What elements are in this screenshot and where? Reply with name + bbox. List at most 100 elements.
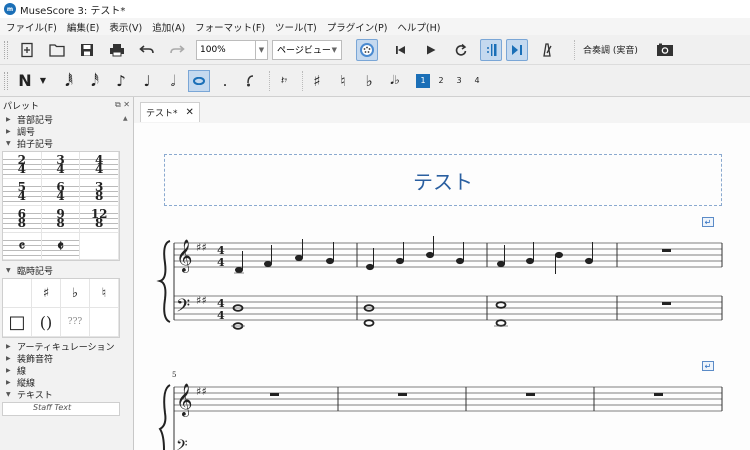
chevron-right-icon: ▶ bbox=[6, 342, 11, 350]
note-input-mode-button[interactable]: N bbox=[16, 70, 34, 92]
time-signature-bass: 4 bbox=[217, 309, 225, 322]
menu-tools[interactable]: ツール(T) bbox=[275, 20, 317, 34]
metronome-icon[interactable] bbox=[536, 39, 558, 61]
chevron-down-icon: ▼ bbox=[6, 390, 11, 398]
midi-input-icon[interactable] bbox=[356, 38, 378, 61]
chevron-down-icon: ▼ bbox=[331, 45, 337, 54]
natural-icon[interactable]: ♮ bbox=[332, 70, 354, 92]
toolbar-grip[interactable] bbox=[4, 71, 8, 90]
whole-rest[interactable] bbox=[662, 249, 671, 252]
new-score-icon[interactable] bbox=[16, 39, 38, 61]
chevron-right-icon: ▶ bbox=[6, 127, 11, 135]
accidental-cell[interactable]: ♮ bbox=[90, 279, 119, 308]
whole-note-icon[interactable] bbox=[188, 69, 210, 92]
palette-section-time-signatures[interactable]: ▼ 拍子記号 bbox=[0, 137, 133, 150]
accidental-cell[interactable]: ♯ bbox=[32, 279, 61, 308]
score-view: テスト* ✕ テスト ↵ ↵ 𝄞 𝄢 ♯♯ ♯♯ 4 4 4 4 5 𝄞 ♯♯ … bbox=[134, 97, 750, 450]
key-signature-bass: ♯♯ bbox=[196, 294, 207, 307]
voice-3-button[interactable]: 3 bbox=[452, 74, 466, 88]
thirty-second-note-icon[interactable]: 𝅘𝅥𝅰 bbox=[84, 70, 106, 92]
image-capture-icon[interactable] bbox=[654, 39, 676, 61]
accidental-cell[interactable]: () bbox=[32, 308, 61, 337]
play-icon[interactable] bbox=[420, 39, 442, 61]
palette-section-accidentals[interactable]: ▼ 臨時記号 bbox=[0, 264, 133, 277]
voice-4-button[interactable]: 4 bbox=[470, 74, 484, 88]
menu-help[interactable]: ヘルプ(H) bbox=[397, 20, 440, 34]
repeat-icon[interactable] bbox=[480, 38, 502, 61]
scroll-up-icon[interactable]: ▲ bbox=[123, 115, 131, 123]
palette-section-text[interactable]: ▼ テキスト bbox=[0, 388, 133, 401]
redo-icon[interactable] bbox=[166, 39, 188, 61]
print-icon[interactable] bbox=[106, 39, 128, 61]
menu-add[interactable]: 追加(A) bbox=[152, 20, 185, 34]
menu-plugins[interactable]: プラグイン(P) bbox=[327, 20, 388, 34]
time-signature-cell[interactable]: 𝄴 bbox=[3, 233, 42, 260]
time-signature-cell[interactable]: 𝄵 bbox=[41, 233, 81, 260]
save-icon[interactable] bbox=[76, 39, 98, 61]
chevron-right-icon: ▶ bbox=[6, 378, 11, 386]
augmentation-dot-icon[interactable]: . bbox=[214, 70, 236, 92]
time-signature-cell[interactable]: 38 bbox=[80, 179, 119, 206]
flip-direction-icon[interactable]: 𝅘𝅥♭ bbox=[384, 70, 406, 92]
measure-3-treble-notes[interactable] bbox=[497, 242, 593, 274]
brace-system-1 bbox=[156, 240, 171, 323]
time-signature-cell[interactable]: 64 bbox=[41, 179, 81, 206]
time-signature-cell[interactable]: 12 8 bbox=[80, 206, 119, 233]
measure-2-treble-notes[interactable] bbox=[366, 236, 464, 271]
time-signature-cell[interactable]: 44 bbox=[80, 152, 119, 179]
close-icon[interactable]: ✕ bbox=[123, 100, 130, 109]
toolbar-separator bbox=[302, 70, 303, 91]
palette-text-item[interactable]: Staff Text bbox=[2, 402, 120, 416]
accidental-cell[interactable]: ??? bbox=[61, 308, 90, 337]
time-signature-cell[interactable]: 34 bbox=[41, 152, 81, 179]
measure-1-treble-notes[interactable] bbox=[234, 239, 334, 274]
score-page[interactable]: テスト ↵ ↵ 𝄞 𝄢 ♯♯ ♯♯ 4 4 4 4 5 𝄞 ♯♯ 𝄢 bbox=[134, 123, 750, 450]
eighth-note-icon[interactable]: ♪ bbox=[110, 70, 132, 92]
score-tab[interactable]: テスト* ✕ bbox=[140, 102, 200, 122]
time-signature-cell[interactable]: 68 bbox=[3, 206, 42, 233]
menu-view[interactable]: 表示(V) bbox=[109, 20, 142, 34]
toolbar-grip[interactable] bbox=[4, 40, 8, 59]
flat-icon[interactable]: ♭ bbox=[358, 70, 380, 92]
palette-section-grace-notes[interactable]: ▶ 装飾音符 bbox=[0, 352, 133, 365]
tie-icon[interactable] bbox=[240, 70, 262, 92]
palette-section-key-signatures[interactable]: ▶ 調号 bbox=[0, 125, 133, 138]
close-icon[interactable]: ✕ bbox=[186, 107, 194, 118]
half-note-icon[interactable]: 𝅗𝅥 bbox=[162, 70, 184, 92]
time-signature-cell[interactable]: 98 bbox=[41, 206, 81, 233]
rest-icon[interactable]: 𝄽𝄾 bbox=[273, 70, 295, 92]
voice-2-button[interactable]: 2 bbox=[434, 74, 448, 88]
accidental-cell[interactable]: □ bbox=[3, 308, 32, 337]
toolbar-separator bbox=[574, 39, 575, 60]
palette-section-clefs[interactable]: ▶ 音部記号 bbox=[0, 113, 133, 126]
sixty-fourth-note-icon[interactable]: 𝅘𝅥𝅱 bbox=[58, 70, 80, 92]
float-icon[interactable]: ⧉ bbox=[115, 100, 121, 109]
chevron-down-icon[interactable]: ▼ bbox=[256, 39, 268, 60]
open-icon[interactable] bbox=[46, 39, 68, 61]
rewind-icon[interactable] bbox=[390, 39, 412, 61]
quarter-note-icon[interactable]: ♩ bbox=[136, 70, 158, 92]
pan-icon[interactable] bbox=[506, 38, 528, 61]
undo-icon[interactable] bbox=[136, 39, 158, 61]
time-signature-cell-empty bbox=[80, 233, 119, 260]
menu-edit[interactable]: 編集(E) bbox=[67, 20, 99, 34]
chevron-down-icon[interactable]: ▼ bbox=[38, 70, 48, 92]
accidental-cell[interactable]: ♭ bbox=[61, 279, 90, 308]
window-title: MuseScore 3: テスト* bbox=[20, 5, 126, 17]
loop-icon[interactable] bbox=[450, 39, 472, 61]
bass-whole-notes-system-1[interactable] bbox=[232, 301, 507, 330]
time-signature-cell[interactable]: 24 bbox=[3, 152, 42, 179]
palette-section-lines[interactable]: ▶ 線 bbox=[0, 364, 133, 377]
palette-section-barlines[interactable]: ▶ 縦線 bbox=[0, 376, 133, 389]
menu-file[interactable]: ファイル(F) bbox=[6, 20, 57, 34]
voice-1-button[interactable]: 1 bbox=[416, 73, 430, 88]
palette-section-articulations[interactable]: ▶ アーティキュレーション bbox=[0, 340, 133, 353]
time-signature-cell[interactable]: 54 bbox=[3, 179, 42, 206]
menu-bar: ファイル(F) 編集(E) 表示(V) 追加(A) フォーマット(F) ツール(… bbox=[0, 18, 750, 35]
concert-pitch-toggle[interactable]: 合奏調 (実音) bbox=[583, 43, 638, 56]
sharp-icon[interactable]: ♯ bbox=[306, 70, 328, 92]
menu-format[interactable]: フォーマット(F) bbox=[195, 20, 265, 34]
zoom-input[interactable]: 100% bbox=[196, 39, 256, 60]
whole-rest[interactable] bbox=[662, 302, 671, 305]
view-mode-select[interactable]: ページビュー ▼ bbox=[272, 39, 342, 60]
